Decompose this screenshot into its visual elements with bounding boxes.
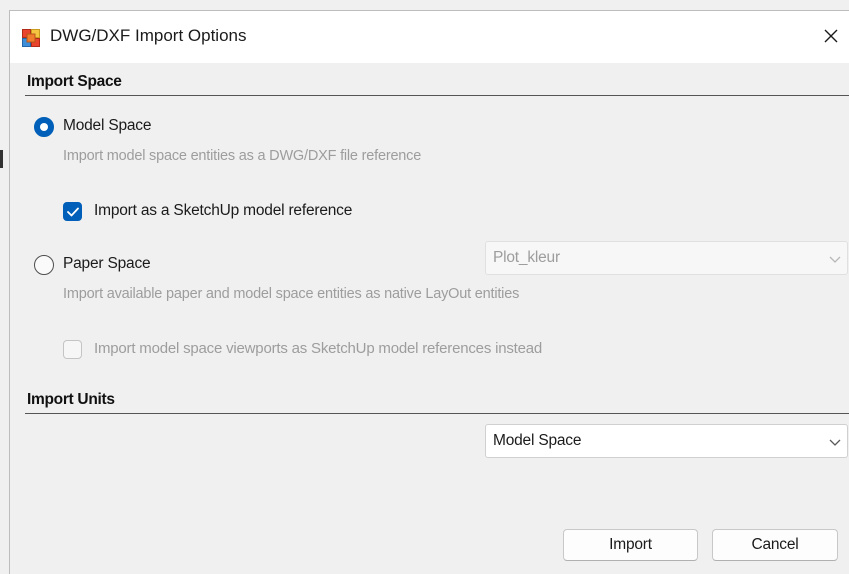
model-space-description: Import model space entities as a DWG/DXF…: [63, 148, 422, 164]
background-window-edge: [0, 150, 3, 168]
checkmark-icon: [67, 207, 79, 217]
chevron-down-icon: [829, 256, 841, 263]
chevron-down-icon: [829, 439, 841, 446]
paper-space-radio[interactable]: [34, 255, 54, 275]
sketchup-reference-checkbox[interactable]: [63, 202, 82, 221]
paper-space-dropdown-value: Plot_kleur: [493, 249, 560, 266]
import-button[interactable]: Import: [563, 529, 698, 561]
dialog-title: DWG/DXF Import Options: [50, 26, 247, 45]
app-icon: [22, 29, 40, 47]
paper-space-label[interactable]: Paper Space: [63, 255, 151, 273]
cancel-button[interactable]: Cancel: [712, 529, 838, 561]
model-space-label[interactable]: Model Space: [63, 117, 151, 135]
import-options-dialog: DWG/DXF Import Options Import Space Mode…: [9, 10, 849, 574]
title-bar[interactable]: DWG/DXF Import Options: [10, 11, 849, 63]
model-space-radio[interactable]: [34, 117, 54, 137]
import-units-header: Import Units: [27, 391, 115, 408]
import-units-divider: [25, 413, 849, 414]
import-space-divider: [25, 95, 849, 96]
paper-space-description: Import available paper and model space e…: [63, 286, 520, 302]
import-units-dropdown-value: Model Space: [493, 432, 582, 449]
sketchup-reference-label[interactable]: Import as a SketchUp model reference: [94, 202, 352, 220]
paper-space-layout-dropdown[interactable]: Plot_kleur: [485, 241, 848, 275]
close-button[interactable]: [818, 23, 844, 49]
close-icon: [824, 29, 838, 43]
viewports-reference-checkbox[interactable]: [63, 340, 82, 359]
import-units-dropdown[interactable]: Model Space: [485, 424, 848, 458]
import-space-header: Import Space: [27, 73, 122, 90]
viewports-reference-label[interactable]: Import model space viewports as SketchUp…: [94, 340, 542, 357]
